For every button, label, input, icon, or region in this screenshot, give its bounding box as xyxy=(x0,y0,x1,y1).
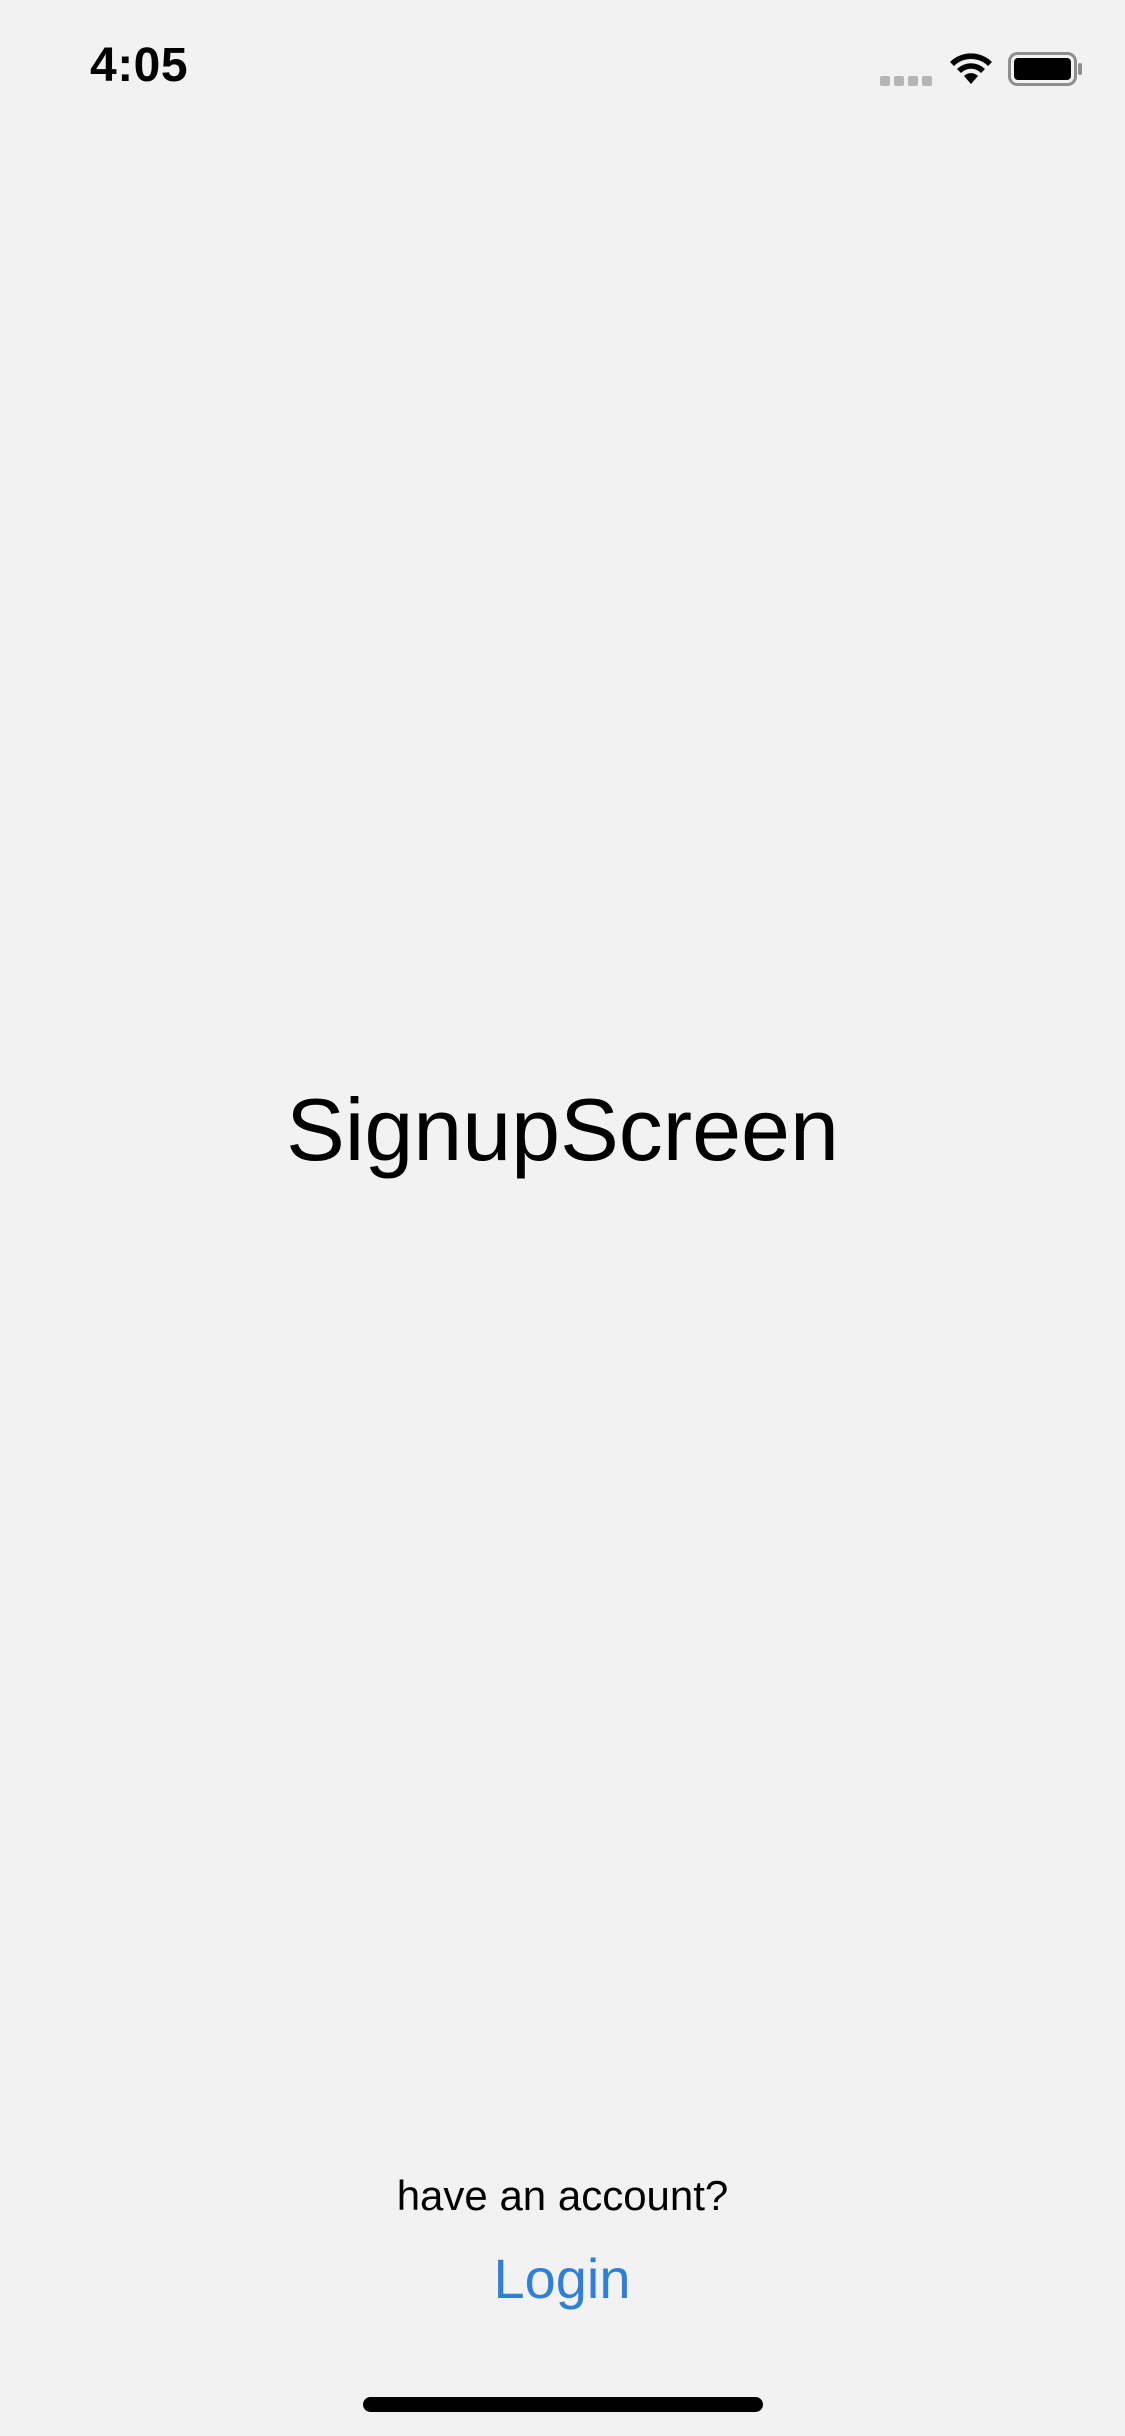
home-indicator[interactable] xyxy=(363,2397,763,2412)
status-bar: 4:05 xyxy=(0,0,1125,132)
have-account-prompt: have an account? xyxy=(396,2172,729,2219)
status-time: 4:05 xyxy=(90,39,189,92)
signup-screen: 4:05 SignupScreen have an account? Login xyxy=(0,0,1125,2436)
cellular-signal-icon xyxy=(880,73,936,86)
page-title: SignupScreen xyxy=(286,1080,839,1179)
battery-icon xyxy=(1008,52,1084,86)
wifi-icon xyxy=(948,50,994,86)
login-link[interactable]: Login xyxy=(462,2244,662,2314)
